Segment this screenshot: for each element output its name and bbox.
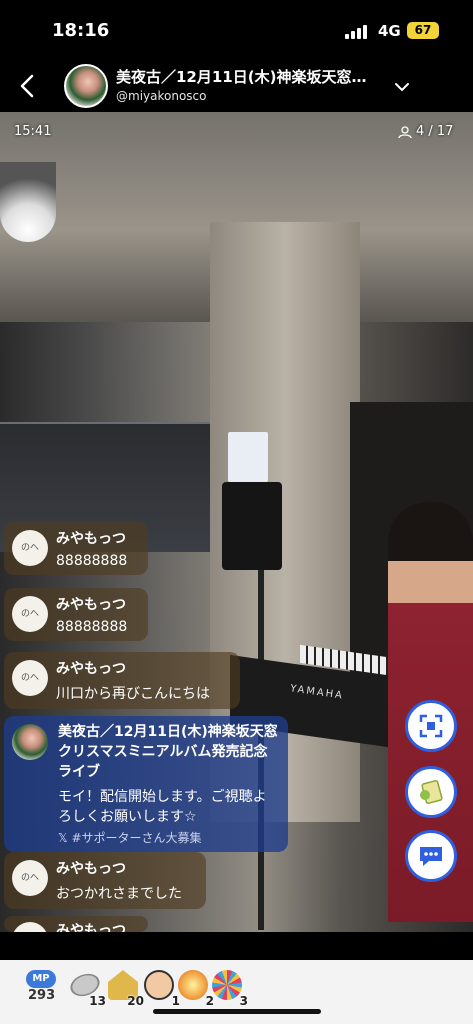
wall-sign <box>228 432 268 482</box>
chevron-down-icon <box>395 83 409 92</box>
streamer-avatar[interactable] <box>64 64 108 108</box>
commenter-name: みやもっつ <box>56 923 126 932</box>
stream-header: 美夜古／12月11日(木)神楽坂天窓… @miyakonosco <box>0 60 473 112</box>
comment-text: 88888888 <box>56 553 128 569</box>
clap-icon <box>144 970 174 1000</box>
signal-icon <box>345 25 371 39</box>
speaker <box>222 482 282 570</box>
gift-count: 3 <box>239 994 248 1008</box>
chat-bubble-icon <box>420 847 442 866</box>
comment-text: 88888888 <box>56 619 128 635</box>
commenter-name: みやもっつ <box>56 661 126 677</box>
host-name: 美夜古／12月11日(木)神楽坂天窓クリスマスミニアルバム発売記念ライブ <box>58 724 278 780</box>
host-comment-text: モイ！配信開始します。ご視聴よろしくお願いします☆ <box>58 789 267 825</box>
pendant-lamp <box>0 162 56 242</box>
gift-paper-icon <box>420 779 443 805</box>
battery-icon: 67 <box>407 22 439 39</box>
comment-item[interactable]: のへ みやもっつ おつかれさまでした <box>4 852 206 909</box>
gift-paper[interactable]: 20 <box>104 968 144 1008</box>
burst-icon <box>178 970 208 1000</box>
person-icon <box>398 125 412 138</box>
elapsed-time: 15:41 <box>14 124 52 139</box>
battery-level: 67 <box>414 23 432 37</box>
commenter-avatar: のへ <box>12 530 48 566</box>
status-time: 18:16 <box>52 20 110 41</box>
expand-button[interactable] <box>394 78 410 92</box>
host-comment[interactable]: 美夜古／12月11日(木)神楽坂天窓クリスマスミニアルバム発売記念ライブ モイ！… <box>4 716 288 852</box>
comment-text: おつかれさまでした <box>56 886 182 902</box>
viewer-count-value: 4 / 17 <box>416 124 454 139</box>
comment-item[interactable]: のへ みやもっつ 88888888 <box>4 588 148 641</box>
streamer-handle[interactable]: @miyakonosco <box>116 89 206 103</box>
back-button[interactable] <box>16 72 40 100</box>
commenter-name: みやもっつ <box>56 531 126 547</box>
gift-bar: MP 293 13 20 1 2 3 <box>0 960 473 1024</box>
viewer-count: 4 / 17 <box>398 124 453 139</box>
crop-frame-icon <box>419 714 443 738</box>
comment-item[interactable]: のへ みやもっつ 川口から再びこんにちは <box>4 652 240 709</box>
gift-fireworks[interactable]: 3 <box>208 968 248 1008</box>
comment-button[interactable] <box>405 830 457 882</box>
commenter-avatar: のへ <box>12 860 48 896</box>
comment-item[interactable]: のへ みやもっつ 88888888 <box>4 522 148 575</box>
commenter-avatar: のへ <box>12 660 48 696</box>
chevron-left-icon <box>20 74 34 98</box>
home-indicator <box>153 1009 321 1014</box>
commenter-name: みやもっつ <box>56 597 126 613</box>
screen-capture-button[interactable] <box>405 700 457 752</box>
network-type: 4G <box>378 22 401 40</box>
comment-text: 川口から再びこんにちは <box>56 686 210 702</box>
stream-title[interactable]: 美夜古／12月11日(木)神楽坂天窓… <box>116 66 386 87</box>
status-bar: 18:16 4G 67 <box>0 0 473 60</box>
commenter-avatar: のへ <box>12 596 48 632</box>
commenter-avatar: のへ <box>12 922 48 932</box>
item-gift-button[interactable] <box>405 766 457 818</box>
commenter-name: みやもっつ <box>56 861 126 877</box>
mp-badge: MP <box>26 970 56 988</box>
mp-count: 293 <box>28 988 56 1003</box>
comment-item[interactable]: のへ みやもっつ 88888888 <box>4 916 148 932</box>
fireworks-icon <box>212 970 242 1000</box>
host-comment-hashtag: 𝕏 #サポーターさん大募集 <box>58 831 202 845</box>
host-avatar <box>12 724 48 760</box>
gift-coin[interactable]: 13 <box>66 968 106 1008</box>
